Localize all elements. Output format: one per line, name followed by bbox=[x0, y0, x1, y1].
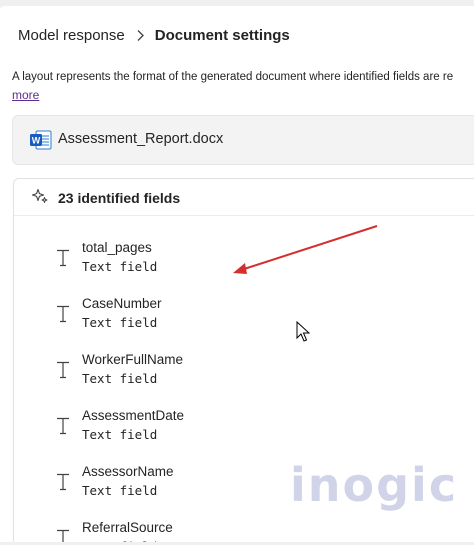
text-field-icon bbox=[56, 529, 70, 542]
field-name: total_pages bbox=[82, 240, 152, 255]
sparkle-icon bbox=[31, 188, 49, 205]
field-item[interactable]: CaseNumber Text field bbox=[14, 293, 314, 343]
field-name: CaseNumber bbox=[82, 296, 162, 311]
mouse-cursor-icon bbox=[296, 321, 310, 342]
field-type: Text field bbox=[82, 483, 158, 498]
field-item[interactable]: total_pages Text field bbox=[14, 237, 314, 287]
field-name: AssessmentDate bbox=[82, 408, 185, 423]
field-type: Text field bbox=[82, 315, 158, 330]
more-link[interactable]: more bbox=[12, 88, 39, 102]
file-name: Assessment_Report.docx bbox=[58, 131, 224, 147]
field-name: WorkerFullName bbox=[82, 352, 184, 367]
inogic-watermark: inogic bbox=[290, 458, 459, 512]
identified-fields-header: 23 identified fields bbox=[14, 179, 474, 216]
layout-description: A layout represents the format of the ge… bbox=[12, 71, 454, 83]
field-name: AssessorName bbox=[82, 464, 174, 479]
text-field-icon bbox=[56, 417, 70, 435]
identified-fields-count: 23 identified fields bbox=[58, 190, 181, 206]
field-item[interactable]: ReferralSource Text field bbox=[14, 517, 314, 542]
breadcrumb-document-settings: Document settings bbox=[154, 27, 290, 44]
field-item[interactable]: AssessmentDate Text field bbox=[14, 405, 314, 455]
text-field-icon bbox=[56, 249, 70, 267]
template-file-box[interactable]: W Assessment_Report.docx bbox=[12, 115, 474, 165]
field-type: Text field bbox=[82, 539, 157, 542]
field-type: Text field bbox=[82, 427, 158, 442]
document-settings-panel: Model response Document settings A layou… bbox=[0, 6, 474, 542]
word-document-icon: W bbox=[30, 130, 52, 150]
svg-text:W: W bbox=[32, 136, 41, 146]
field-item[interactable]: AssessorName Text field bbox=[14, 461, 314, 511]
chevron-right-icon bbox=[136, 29, 145, 42]
breadcrumb-model-response[interactable]: Model response bbox=[18, 27, 125, 44]
text-field-icon bbox=[56, 473, 70, 491]
field-type: Text field bbox=[82, 259, 158, 274]
text-field-icon bbox=[56, 361, 70, 379]
breadcrumb: Model response Document settings bbox=[18, 27, 290, 44]
field-type: Text field bbox=[82, 371, 158, 386]
field-item[interactable]: WorkerFullName Text field bbox=[14, 349, 314, 399]
field-name: ReferralSource bbox=[82, 520, 173, 535]
text-field-icon bbox=[56, 305, 70, 323]
